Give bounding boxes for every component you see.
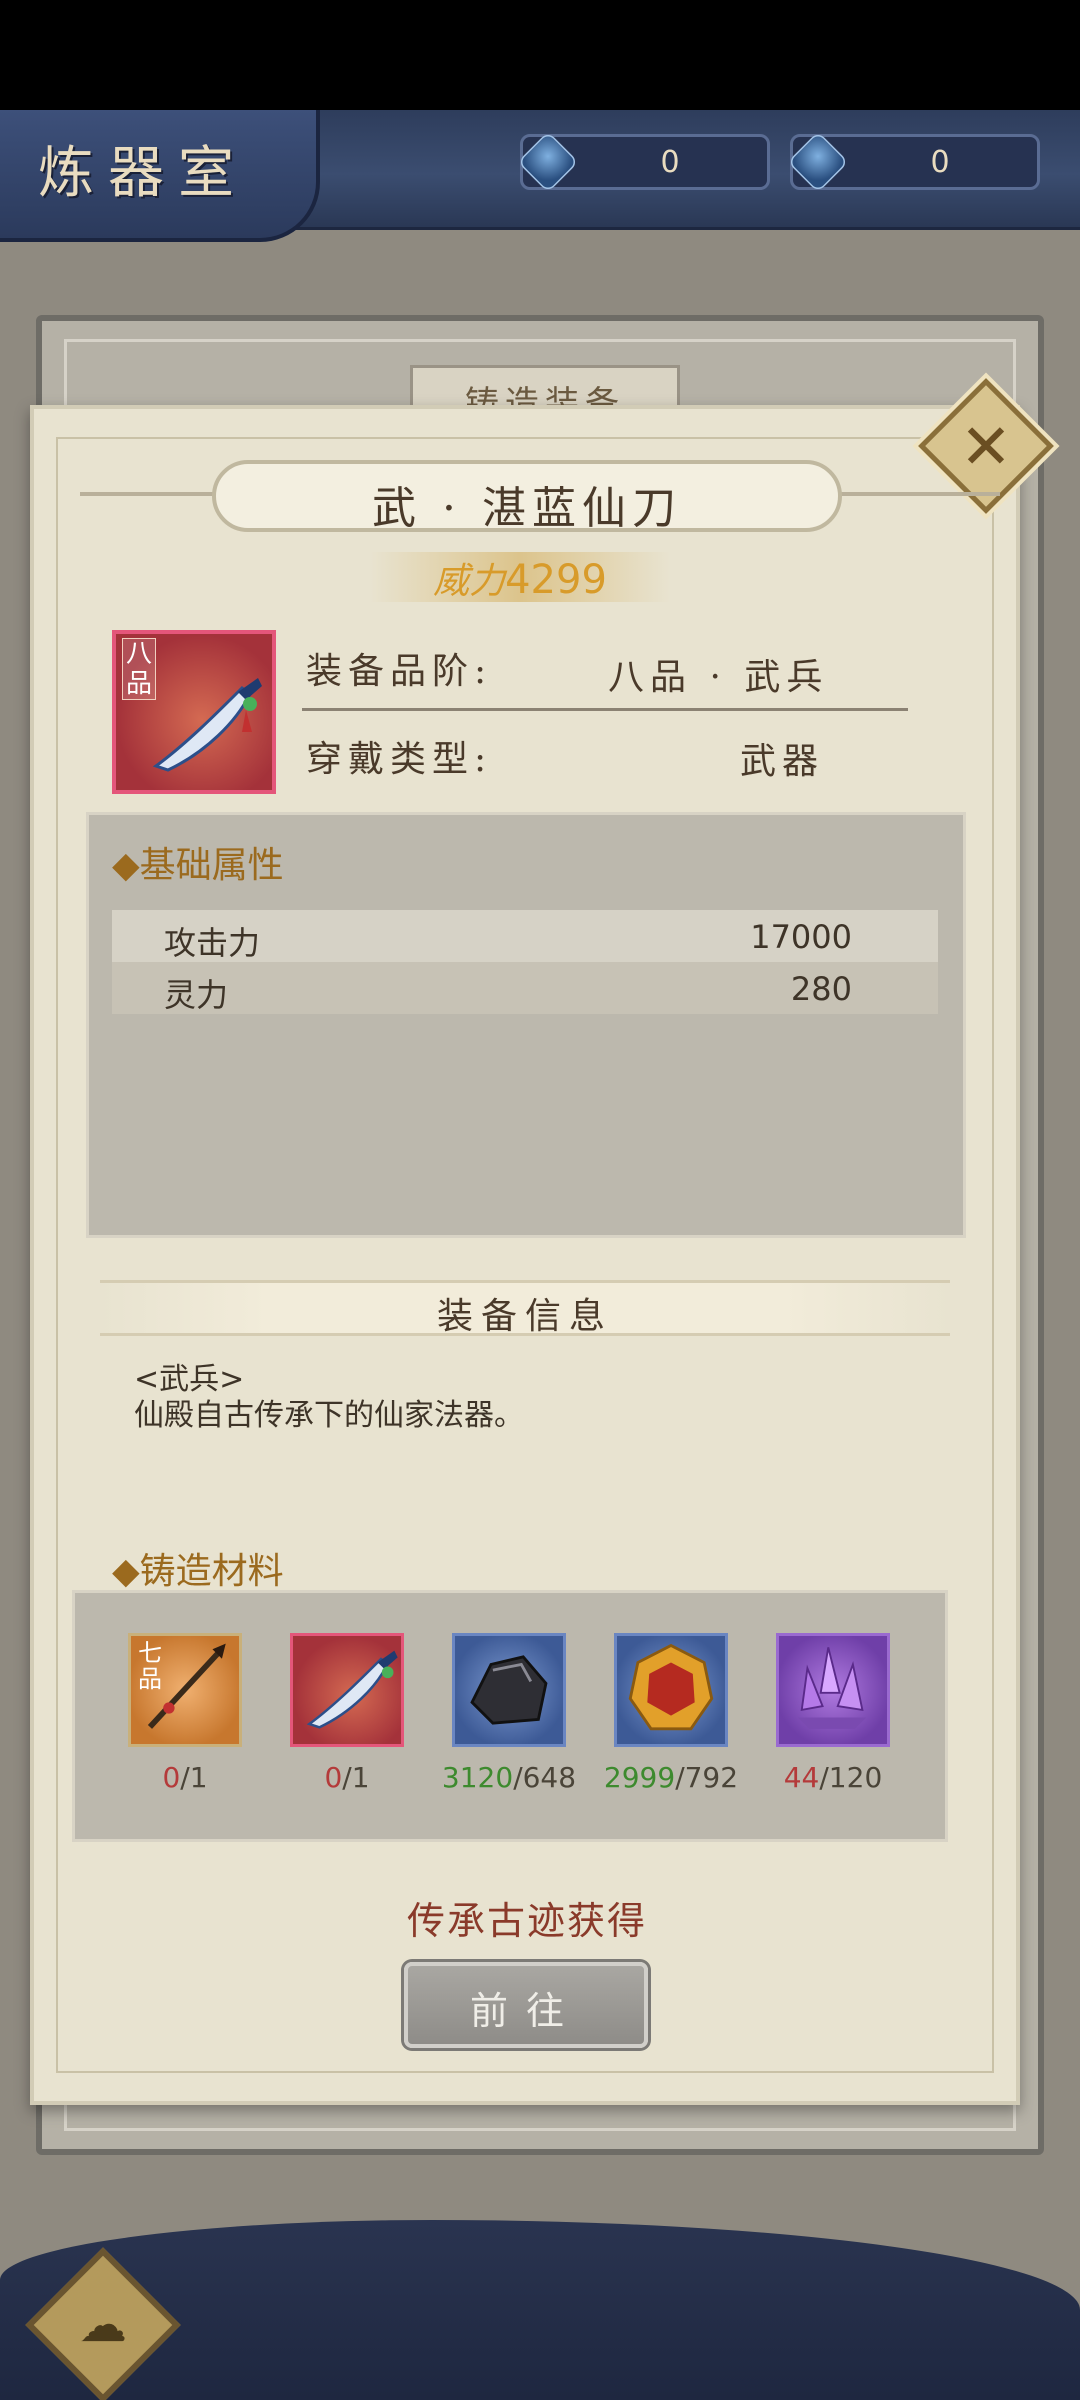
power-label: 威力 [433,561,506,602]
material-have: 2999 [603,1761,676,1794]
top-bar: 炼器室 0 0 [0,110,1080,242]
material-need: /792 [675,1761,739,1794]
amber-gem-icon [614,1633,728,1747]
material-need: /1 [180,1761,208,1794]
wear-type-label: 穿戴类型: [306,739,493,780]
blue-feather-crystal-icon [517,131,579,193]
attribute-value: 280 [790,970,852,1008]
power-badge: 威力4299 [370,552,670,603]
dark-ore-icon [452,1633,566,1747]
attribute-row: 攻击力 17000 [112,910,938,962]
power-value: 4299 [505,557,607,603]
source-text: 传承古迹获得 [406,1899,647,1943]
wear-type-value: 武器 [740,741,825,782]
material-have: 3120 [441,1761,514,1794]
blue-saber-icon [152,678,262,772]
materials-heading: ◆铸造材料 [112,1551,284,1592]
currency-2[interactable]: 0 [787,131,1040,193]
material-have: 0 [162,1761,181,1794]
close-icon: ✕ [960,409,1012,483]
cloud-emblem-icon: ☁ [79,2297,127,2353]
equip-info-description: 仙殿自古传承下的仙家法器。 [134,1398,524,1433]
attribute-row: 灵力 280 [112,962,938,1014]
purple-crystal-icon [776,1633,890,1747]
material-item[interactable]: 0/1 [290,1633,404,1794]
material-need: /1 [342,1761,370,1794]
page-title: 炼器室 [38,141,248,206]
material-item[interactable]: 3120/648 [442,1633,576,1794]
material-need: /120 [819,1761,883,1794]
material-item[interactable]: 2999/792 [604,1633,738,1794]
title-plate: 炼器室 [0,110,320,242]
status-bar [0,0,1080,110]
base-attributes-heading: ◆基础属性 [112,845,284,886]
go-button[interactable]: 前往 [404,1962,648,2048]
item-icon[interactable]: 八品 [112,630,276,794]
equip-info-heading: 装备信息 [100,1280,950,1337]
seventh-grade-spear-icon: 七品 [128,1633,242,1747]
attribute-name: 攻击力 [164,924,261,962]
blue-saber-icon [290,1633,404,1747]
material-item[interactable]: 七品 0/1 [128,1633,242,1794]
grade-badge: 七品 [138,1639,162,1693]
currency-1[interactable]: 0 [517,131,770,193]
quality-value: 八品 · 武兵 [608,657,829,698]
quality-label: 装备品阶: [306,651,493,692]
attribute-value: 17000 [750,918,852,956]
material-item[interactable]: 44/120 [776,1633,890,1794]
material-have: 44 [783,1761,820,1794]
info-divider [302,708,908,711]
currency-1-value: 0 [660,145,680,180]
attribute-name: 灵力 [164,976,229,1014]
material-need: /648 [513,1761,577,1794]
currency-2-value: 0 [930,145,950,180]
material-have: 0 [324,1761,343,1794]
blue-crystal-shard-icon [787,131,849,193]
item-name: 武 · 湛蓝仙刀 [212,460,842,534]
